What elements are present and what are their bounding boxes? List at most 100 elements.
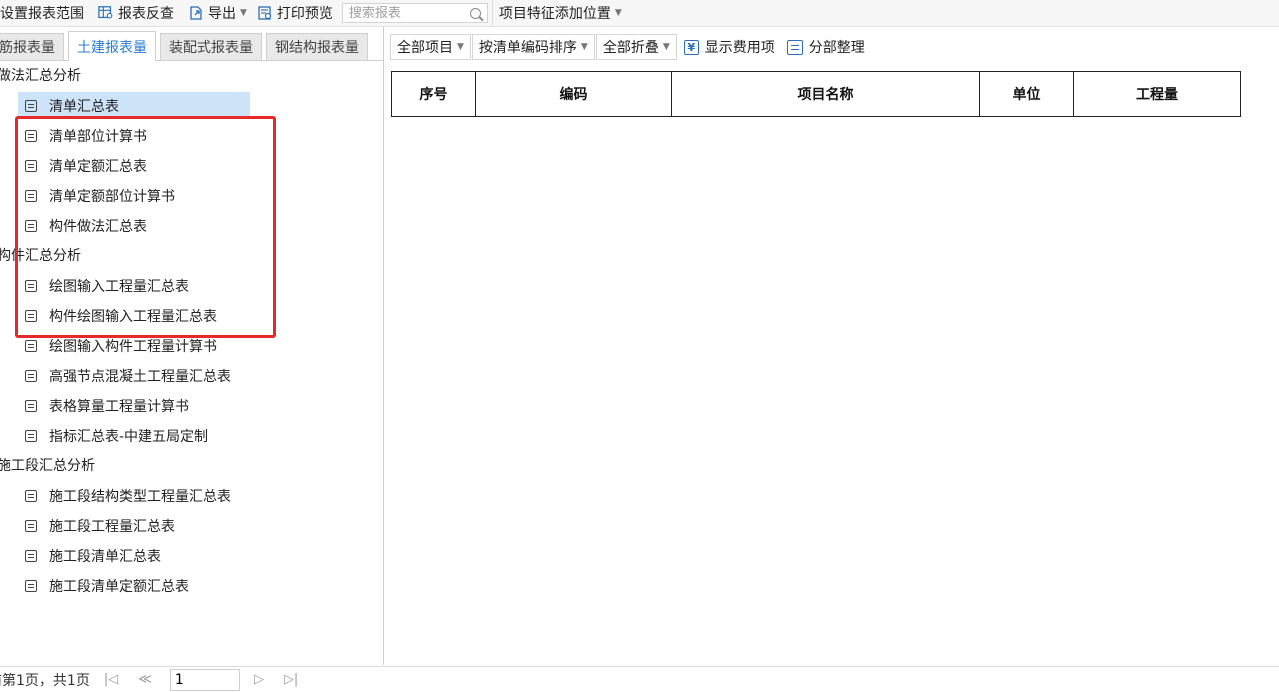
search-icon[interactable] <box>469 7 481 19</box>
tree-item-label: 绘图输入构件工程量计算书 <box>49 339 217 355</box>
export-icon <box>190 6 202 20</box>
export-button[interactable]: 导出 ▼ <box>185 0 250 26</box>
show-fees-label: 显示费用项 <box>704 40 775 56</box>
document-icon <box>25 160 37 172</box>
table-header-row: 序号 编码 项目名称 单位 工程量 <box>391 71 1241 117</box>
page-number-input[interactable] <box>169 668 240 691</box>
tree-item-stage-quantity[interactable]: 施工段工程量汇总表 <box>0 511 383 541</box>
section-arrange-label: 分部整理 <box>808 40 865 56</box>
document-icon <box>25 220 37 232</box>
section-arrange-icon <box>786 39 803 55</box>
tree-item-bill-summary[interactable]: 清单汇总表 <box>0 91 383 121</box>
document-icon <box>25 550 37 562</box>
tree-item-stage-bill-quota[interactable]: 施工段清单定额汇总表 <box>0 571 383 601</box>
export-dropdown-icon[interactable]: ▼ <box>240 8 247 18</box>
tree-item-index-summary[interactable]: 指标汇总表-中建五局定制 <box>0 421 383 451</box>
section-arrange-button[interactable]: 分部整理 <box>781 37 871 57</box>
document-icon <box>25 100 37 112</box>
tree-item-bill-quota-summary[interactable]: 清单定额汇总表 <box>0 151 383 181</box>
pagination-bar: 前第1页，共1页 |◁ ≪ ▷ ▷| <box>0 666 1279 692</box>
tree-group-method-summary[interactable]: 做法汇总分析 <box>0 61 383 91</box>
yen-icon: ¥ <box>683 39 699 55</box>
tree-item-label: 指标汇总表-中建五局定制 <box>49 429 209 445</box>
report-tree: 做法汇总分析 清单汇总表 清单部位计算书 清单定额汇总表 清单定额部位计算书 构… <box>0 61 383 601</box>
document-icon <box>25 490 37 502</box>
column-header-name[interactable]: 项目名称 <box>671 71 980 117</box>
last-page-icon[interactable]: ▷| <box>284 672 298 687</box>
tree-item-label: 清单定额部位计算书 <box>49 189 175 205</box>
tree-group-construction-stage[interactable]: 施工段汇总分析 <box>0 451 383 481</box>
column-header-quantity[interactable]: 工程量 <box>1073 71 1241 117</box>
collapse-label: 全部折叠 <box>602 40 659 56</box>
tab-rebar-report[interactable]: 筋报表量 <box>0 33 64 60</box>
export-label: 导出 <box>208 6 236 22</box>
document-icon <box>25 400 37 412</box>
document-icon <box>25 130 37 142</box>
chevron-down-icon: ▼ <box>614 8 622 18</box>
report-check-label: 报表反查 <box>118 6 174 22</box>
first-page-icon[interactable]: |◁ <box>104 672 118 687</box>
tree-item-label: 施工段工程量汇总表 <box>49 519 175 535</box>
report-search-input[interactable] <box>348 5 459 21</box>
document-icon <box>25 520 37 532</box>
tree-item-label: 清单部位计算书 <box>49 129 147 145</box>
document-icon <box>25 580 37 592</box>
tree-item-label: 表格算量工程量计算书 <box>49 399 189 415</box>
tree-item-label: 施工段结构类型工程量汇总表 <box>49 489 231 505</box>
tree-item-label: 绘图输入工程量汇总表 <box>49 279 189 295</box>
set-range-label: 设置报表范围 <box>0 6 84 22</box>
tree-item-bill-quota-location-calc[interactable]: 清单定额部位计算书 <box>0 181 383 211</box>
tree-item-drawing-component-calc[interactable]: 绘图输入构件工程量计算书 <box>0 331 383 361</box>
set-range-button[interactable]: 设置报表范围 <box>0 0 87 26</box>
collapse-dropdown[interactable]: 全部折叠 ▼ <box>595 34 677 60</box>
sort-label: 按清单编码排序 <box>478 40 577 56</box>
column-header-code[interactable]: 编码 <box>475 71 672 117</box>
report-check-button[interactable]: 报表反查 <box>95 0 177 26</box>
main-toolbar: 设置报表范围 报表反查 导出 ▼ 打印预览 项目特征添加位置 ▼ <box>0 0 1279 27</box>
tree-group-component-summary[interactable]: 构件汇总分析 <box>0 241 383 271</box>
tree-item-stage-bill[interactable]: 施工段清单汇总表 <box>0 541 383 571</box>
all-items-label: 全部项目 <box>397 40 453 56</box>
chevron-down-icon: ▼ <box>457 42 464 52</box>
prev-page-icon[interactable]: ≪ <box>138 672 152 687</box>
tree-item-bill-location-calc[interactable]: 清单部位计算书 <box>0 121 383 151</box>
tree-item-label: 施工段清单汇总表 <box>49 549 161 565</box>
document-icon <box>25 430 37 442</box>
report-view-toolbar: 全部项目 ▼ 按清单编码排序 ▼ 全部折叠 ▼ ¥ 显示费用项 分部整理 <box>390 33 871 61</box>
chevron-down-icon: ▼ <box>662 42 670 52</box>
report-list-panel: 筋报表量 土建报表量 装配式报表量 钢结构报表量 做法汇总分析 清单汇总表 清单… <box>0 27 384 665</box>
tab-steel-report[interactable]: 钢结构报表量 <box>266 33 368 60</box>
show-fees-button[interactable]: ¥ 显示费用项 <box>678 37 781 57</box>
next-page-icon[interactable]: ▷ <box>254 672 264 687</box>
print-preview-icon <box>258 6 272 20</box>
report-type-tabs: 筋报表量 土建报表量 装配式报表量 钢结构报表量 <box>0 27 383 61</box>
column-header-unit[interactable]: 单位 <box>979 71 1074 117</box>
tab-civil-report[interactable]: 土建报表量 <box>68 31 156 61</box>
report-search-box[interactable] <box>341 3 488 23</box>
tree-item-component-drawing-summary[interactable]: 构件绘图输入工程量汇总表 <box>0 301 383 331</box>
page-info: 前第1页，共1页 <box>0 672 90 689</box>
print-preview-label: 打印预览 <box>276 6 333 22</box>
tree-item-label: 构件做法汇总表 <box>49 219 147 235</box>
tree-item-table-quantity-calc[interactable]: 表格算量工程量计算书 <box>0 391 383 421</box>
tree-item-component-method-summary[interactable]: 构件做法汇总表 <box>0 211 383 241</box>
tree-item-label: 构件绘图输入工程量汇总表 <box>49 309 217 325</box>
chevron-down-icon: ▼ <box>580 42 588 52</box>
tree-item-stage-structure-type[interactable]: 施工段结构类型工程量汇总表 <box>0 481 383 511</box>
print-preview-button[interactable]: 打印预览 <box>254 0 336 26</box>
tree-item-label: 清单定额汇总表 <box>49 159 147 175</box>
document-icon <box>25 370 37 382</box>
document-icon <box>25 280 37 292</box>
document-icon <box>25 310 37 322</box>
sort-dropdown[interactable]: 按清单编码排序 ▼ <box>471 34 595 60</box>
all-items-dropdown[interactable]: 全部项目 ▼ <box>390 34 471 60</box>
tree-item-drawing-input-summary[interactable]: 绘图输入工程量汇总表 <box>0 271 383 301</box>
tab-prefab-report[interactable]: 装配式报表量 <box>160 33 262 60</box>
feature-position-label: 项目特征添加位置 <box>498 6 611 22</box>
tree-item-high-strength-concrete[interactable]: 高强节点混凝土工程量汇总表 <box>0 361 383 391</box>
column-header-index[interactable]: 序号 <box>391 71 476 117</box>
document-icon <box>25 340 37 352</box>
grid-search-icon <box>98 6 113 19</box>
feature-position-dropdown[interactable]: 项目特征添加位置 ▼ <box>491 0 625 26</box>
tree-item-label: 施工段清单定额汇总表 <box>49 579 189 595</box>
